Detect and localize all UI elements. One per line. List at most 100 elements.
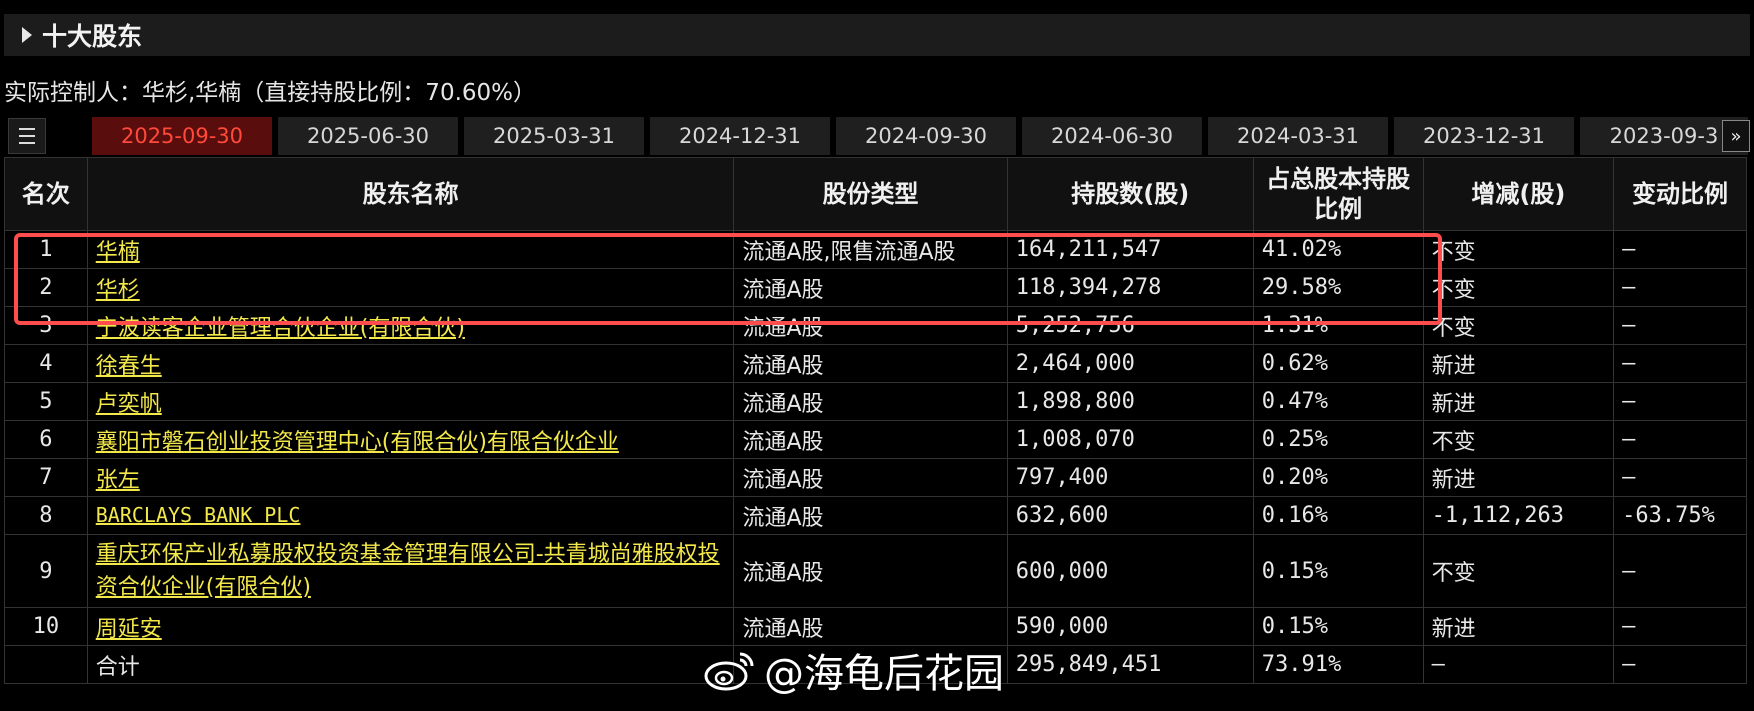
- total-change-cell: —: [1422, 645, 1615, 684]
- change-cell: 不变: [1422, 306, 1615, 345]
- change-cell: 不变: [1422, 420, 1615, 459]
- change-cell: 新进: [1422, 607, 1615, 646]
- holder-name-link[interactable]: 襄阳市磐石创业投资管理中心(有限合伙)有限合伙企业: [96, 430, 619, 455]
- total-rank-cell: [4, 645, 88, 684]
- holder-name-link[interactable]: 张左: [96, 468, 140, 493]
- change-ratio-cell: —: [1613, 344, 1747, 383]
- shares-cell: 118,394,278: [1006, 268, 1254, 307]
- change-ratio-cell: —: [1613, 534, 1747, 608]
- shares-cell: 164,211,547: [1006, 230, 1254, 269]
- holder-name-cell: 卢奕帆: [86, 382, 735, 421]
- rank-cell: 3: [4, 306, 88, 345]
- holder-name-link[interactable]: 卢奕帆: [96, 392, 162, 417]
- holder-name-link[interactable]: 重庆环保产业私募股权投资基金管理有限公司-共青城尚雅股权投资合伙企业(有限合伙): [96, 542, 720, 600]
- holder-name-link[interactable]: 华楠: [96, 240, 140, 265]
- share-type-cell: 流通A股: [733, 268, 1008, 307]
- rank-cell: 2: [4, 268, 88, 307]
- rank-cell: 8: [4, 496, 88, 535]
- tab-2024-03-31[interactable]: 2024-03-31: [1208, 117, 1388, 155]
- section-header[interactable]: 十大股东: [4, 14, 1750, 56]
- holder-name-cell: 重庆环保产业私募股权投资基金管理有限公司-共青城尚雅股权投资合伙企业(有限合伙): [86, 534, 735, 608]
- double-chevron-right-icon[interactable]: »: [1722, 120, 1750, 152]
- tab-2024-06-30[interactable]: 2024-06-30: [1022, 117, 1202, 155]
- tab-2025-06-30[interactable]: 2025-06-30: [278, 117, 458, 155]
- table-row: 3 宁波读客企业管理合伙企业(有限合伙) 流通A股 5,252,756 1.31% 不变 —: [4, 306, 1747, 345]
- actual-controller-text: 实际控制人：华杉,华楠（直接持股比例：70.60%）: [4, 80, 537, 106]
- table-row: 5 卢奕帆 流通A股 1,898,800 0.47% 新进 —: [4, 382, 1747, 421]
- ratio-cell: 0.25%: [1252, 420, 1424, 459]
- tab-2025-03-31[interactable]: 2025-03-31: [464, 117, 644, 155]
- total-ratio-cell: 73.91%: [1252, 645, 1424, 684]
- ratio-cell: 0.47%: [1252, 382, 1424, 421]
- change-ratio-cell: —: [1613, 230, 1747, 269]
- tab-2023-12-31[interactable]: 2023-12-31: [1394, 117, 1574, 155]
- total-shares-cell: 295,849,451: [1006, 645, 1254, 684]
- share-type-cell: 流通A股: [733, 344, 1008, 383]
- holder-name-cell: 周延安: [86, 607, 735, 646]
- ratio-cell: 0.15%: [1252, 534, 1424, 608]
- share-type-cell: 流通A股: [733, 306, 1008, 345]
- holder-name-link[interactable]: 徐春生: [96, 354, 162, 379]
- change-cell: 不变: [1422, 534, 1615, 608]
- change-ratio-cell: -63.75%: [1613, 496, 1747, 535]
- rank-cell: 9: [4, 534, 88, 608]
- holder-name-link[interactable]: 宁波读客企业管理合伙企业(有限合伙): [96, 316, 465, 341]
- change-cell: 新进: [1422, 382, 1615, 421]
- change-ratio-cell: —: [1613, 420, 1747, 459]
- col-header-rank: 名次: [4, 157, 88, 231]
- list-icon[interactable]: [8, 118, 46, 154]
- total-change-ratio-cell: —: [1613, 645, 1747, 684]
- holder-name-cell: 华杉: [86, 268, 735, 307]
- rank-cell: 4: [4, 344, 88, 383]
- rank-cell: 6: [4, 420, 88, 459]
- holder-name-link[interactable]: 华杉: [96, 278, 140, 303]
- shares-cell: 1,898,800: [1006, 382, 1254, 421]
- rank-cell: 5: [4, 382, 88, 421]
- report-date-tabs: 2025-09-30 2025-06-30 2025-03-31 2024-12-31…: [4, 117, 1750, 155]
- ratio-cell: 29.58%: [1252, 268, 1424, 307]
- share-type-cell: 流通A股: [733, 496, 1008, 535]
- ratio-cell: 41.02%: [1252, 230, 1424, 269]
- change-cell: 新进: [1422, 458, 1615, 497]
- holder-name-cell: 襄阳市磐石创业投资管理中心(有限合伙)有限合伙企业: [86, 420, 735, 459]
- col-header-change-ratio: 变动比例: [1613, 157, 1747, 231]
- change-ratio-cell: —: [1613, 306, 1747, 345]
- holder-name-cell: 徐春生: [86, 344, 735, 383]
- triangle-right-icon: [22, 27, 32, 43]
- rank-cell: 10: [4, 607, 88, 646]
- col-header-shares: 持股数(股): [1006, 157, 1254, 231]
- col-header-ratio: 占总股本持股比例: [1252, 157, 1424, 231]
- table-row: 1 华楠 流通A股,限售流通A股 164,211,547 41.02% 不变 —: [4, 230, 1747, 269]
- shares-cell: 797,400: [1006, 458, 1254, 497]
- total-label-cell: 合计: [86, 645, 735, 684]
- change-cell: 不变: [1422, 230, 1615, 269]
- share-type-cell: 流通A股: [733, 420, 1008, 459]
- table-row: 10 周延安 流通A股 590,000 0.15% 新进 —: [4, 607, 1747, 646]
- watermark: @海龟后花园: [702, 642, 1004, 698]
- change-cell: 新进: [1422, 344, 1615, 383]
- holder-name-link[interactable]: 周延安: [96, 617, 162, 642]
- share-type-cell: 流通A股: [733, 458, 1008, 497]
- shares-cell: 590,000: [1006, 607, 1254, 646]
- weibo-icon: [704, 652, 754, 691]
- col-header-change: 增减(股): [1422, 157, 1615, 231]
- rank-cell: 7: [4, 458, 88, 497]
- col-header-name: 股东名称: [86, 157, 735, 231]
- share-type-cell: 流通A股: [733, 382, 1008, 421]
- holder-name-link[interactable]: BARCLAYS BANK PLC: [96, 503, 301, 527]
- holder-name-cell: 宁波读客企业管理合伙企业(有限合伙): [86, 306, 735, 345]
- change-ratio-cell: —: [1613, 268, 1747, 307]
- tab-2024-09-30[interactable]: 2024-09-30: [836, 117, 1016, 155]
- tab-2024-12-31[interactable]: 2024-12-31: [650, 117, 830, 155]
- change-cell: -1,112,263: [1422, 496, 1615, 535]
- tab-2025-09-30[interactable]: 2025-09-30: [92, 117, 272, 155]
- change-cell: 不变: [1422, 268, 1615, 307]
- share-type-cell: 流通A股: [733, 534, 1008, 608]
- shares-cell: 632,600: [1006, 496, 1254, 535]
- ratio-cell: 0.16%: [1252, 496, 1424, 535]
- table-row: 2 华杉 流通A股 118,394,278 29.58% 不变 —: [4, 268, 1747, 307]
- ratio-cell: 0.62%: [1252, 344, 1424, 383]
- change-ratio-cell: —: [1613, 458, 1747, 497]
- shares-cell: 5,252,756: [1006, 306, 1254, 345]
- table-row: 9 重庆环保产业私募股权投资基金管理有限公司-共青城尚雅股权投资合伙企业(有限合伙…: [4, 534, 1747, 608]
